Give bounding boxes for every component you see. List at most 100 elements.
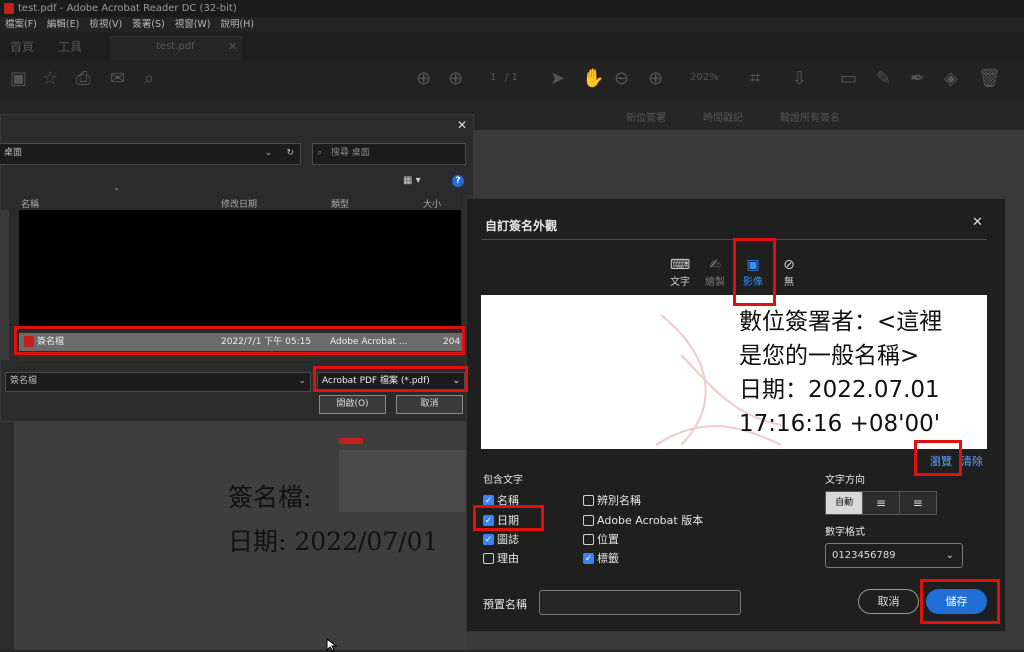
highlight-pen-icon[interactable]: ✎: [876, 68, 891, 89]
align-left-icon[interactable]: ≡: [862, 492, 899, 514]
search-placeholder: 搜尋 桌面: [330, 148, 370, 158]
digital-sign-button[interactable]: 新位簽署: [626, 109, 666, 124]
col-name[interactable]: 名稱: [21, 197, 39, 210]
select-cursor-icon[interactable]: ➤: [550, 68, 565, 89]
direction-auto-button[interactable]: 自動: [826, 492, 863, 514]
align-right-icon[interactable]: ≡: [898, 492, 936, 514]
clear-link[interactable]: 清除: [961, 453, 983, 469]
chevron-down-icon[interactable]: ⌄: [298, 373, 306, 389]
horizontal-scrollbar[interactable]: [19, 355, 463, 361]
zoom-level[interactable]: 202%: [690, 72, 719, 83]
col-type[interactable]: 類型: [331, 197, 349, 210]
help-icon[interactable]: ?: [452, 175, 464, 187]
page-number[interactable]: 1: [490, 72, 496, 83]
prev-page-icon[interactable]: ⊕: [416, 68, 431, 89]
check-icon: ✓: [483, 514, 494, 526]
menu-view[interactable]: 檢視(V): [89, 17, 122, 32]
email-icon[interactable]: ✉: [110, 68, 125, 89]
bookmark-star-icon[interactable]: ☆: [42, 68, 58, 89]
checkbox-acrobat-version[interactable]: Adobe Acrobat 版本: [583, 512, 703, 528]
close-icon[interactable]: ✕: [972, 215, 983, 230]
tab-document-label: test.pdf: [156, 41, 195, 52]
menu-window[interactable]: 視窗(W): [175, 17, 211, 32]
tab-none[interactable]: ⊘ 無: [774, 257, 804, 288]
checkbox-logo[interactable]: ✓ 圖誌: [483, 531, 519, 547]
tab-image[interactable]: ▣ 影像: [738, 257, 768, 288]
tab-text[interactable]: ⌨ 文字: [665, 257, 695, 288]
tab-draw[interactable]: ✍ 繪製: [700, 257, 730, 288]
tab-document[interactable]: test.pdf ✕: [110, 36, 242, 60]
window-title: test.pdf - Adobe Acrobat Reader DC (32-b…: [18, 3, 237, 14]
checkbox-date[interactable]: ✓ 日期: [483, 512, 519, 528]
zoom-out-icon[interactable]: ⊖: [614, 68, 629, 89]
search-input[interactable]: ⌕ 搜尋 桌面: [312, 143, 466, 165]
preview-line-1: 數位簽署者：<這裡: [739, 309, 943, 335]
col-size[interactable]: 大小: [423, 197, 441, 210]
tab-image-label: 影像: [743, 277, 763, 288]
browse-link[interactable]: 瀏覽: [930, 453, 952, 469]
tab-tools[interactable]: 工具: [58, 38, 82, 55]
option-distinguished-label: 辨別名稱: [597, 494, 641, 507]
stamp-icon[interactable]: ◈: [944, 68, 958, 89]
save-icon[interactable]: ▣: [10, 68, 27, 89]
filetype-select[interactable]: Acrobat PDF 檔案 (*.pdf) ⌄: [317, 372, 465, 392]
text-direction-label: 文字方向: [825, 475, 865, 486]
fit-page-icon[interactable]: ⌗: [750, 68, 760, 89]
filename-value: 簽名檔: [10, 376, 38, 386]
unchecked-box: [583, 533, 594, 545]
tab-close-icon[interactable]: ✕: [228, 40, 237, 53]
print-icon[interactable]: ⎙: [76, 68, 90, 89]
comment-icon[interactable]: ▭: [840, 68, 857, 89]
refresh-icon[interactable]: ↻: [286, 144, 294, 162]
document-page: 簽名檔: 日期: 2022/07/01: [14, 420, 469, 650]
col-modified[interactable]: 修改日期: [221, 197, 257, 210]
open-button[interactable]: 開啟(O): [319, 395, 386, 414]
save-button[interactable]: 儲存: [926, 589, 987, 614]
tab-text-label: 文字: [670, 277, 690, 288]
checkbox-name[interactable]: ✓ 名稱: [483, 492, 519, 508]
filetype-value: Acrobat PDF 檔案 (*.pdf): [322, 376, 430, 386]
option-version-label: Adobe Acrobat 版本: [597, 514, 704, 527]
search-icon[interactable]: ⌕: [144, 68, 154, 89]
chevron-down-icon[interactable]: ⌄: [264, 144, 272, 162]
digit-format-select[interactable]: 0123456789 ⌄: [825, 543, 963, 568]
checkbox-location[interactable]: 位置: [583, 531, 619, 547]
signature-field[interactable]: [339, 450, 469, 512]
filename-input[interactable]: 簽名檔 ⌄: [5, 372, 311, 392]
checkbox-labels[interactable]: ✓ 標籤: [583, 550, 619, 566]
zoom-in-icon[interactable]: ⊕: [648, 68, 663, 89]
signature-field-marker: [339, 438, 363, 444]
checkbox-distinguished-name[interactable]: 辨別名稱: [583, 492, 641, 508]
validate-signatures-button[interactable]: 驗證所有簽名: [780, 109, 840, 124]
hand-tool-icon[interactable]: ✋: [582, 68, 604, 89]
acrobat-app-icon: [4, 3, 14, 14]
menu-help[interactable]: 說明(H): [221, 17, 255, 32]
cancel-button[interactable]: 取消: [858, 589, 919, 614]
image-icon: ▣: [746, 257, 760, 273]
timestamp-button[interactable]: 時間戳記: [703, 109, 743, 124]
sort-up-icon: ⌃: [113, 187, 120, 196]
preset-name-input[interactable]: [539, 590, 741, 615]
signature-appearance-dialog: 自訂簽名外觀 ✕ ⌨ 文字 ✍ 繪製 ▣ 影像 ⊘ 無 數位簽署者：<這裡 是您…: [466, 198, 1006, 632]
chevron-down-icon: ⌄: [945, 550, 954, 561]
pdf-file-icon: [24, 336, 34, 347]
signature-pen-icon[interactable]: ✒: [910, 68, 925, 89]
tab-home[interactable]: 首頁: [10, 38, 34, 55]
checkbox-reason[interactable]: 理由: [483, 550, 519, 566]
scroll-mode-icon[interactable]: ⇩: [792, 68, 807, 89]
chevron-down-icon: ⌄: [452, 376, 460, 386]
file-row[interactable]: 簽名檔 2022/7/1 下午 05:15 Adobe Acrobat ... …: [19, 333, 463, 351]
preview-line-2: 是您的一般名稱>: [739, 343, 920, 369]
menu-file[interactable]: 檔案(F): [5, 17, 37, 32]
cancel-button[interactable]: 取消: [396, 395, 463, 414]
divider: [481, 239, 987, 240]
nav-pane-scrollbar[interactable]: [1, 210, 9, 360]
address-bar[interactable]: 桌面 ⌄ ↻: [0, 143, 301, 165]
unchecked-box: [583, 494, 594, 506]
next-page-icon[interactable]: ⊕: [448, 68, 463, 89]
delete-icon[interactable]: 🗑: [978, 68, 1001, 89]
menu-edit[interactable]: 編輯(E): [47, 17, 79, 32]
menu-sign[interactable]: 簽署(S): [132, 17, 164, 32]
close-icon[interactable]: ✕: [457, 118, 467, 132]
view-options-icon[interactable]: ▦ ▾: [403, 175, 421, 186]
